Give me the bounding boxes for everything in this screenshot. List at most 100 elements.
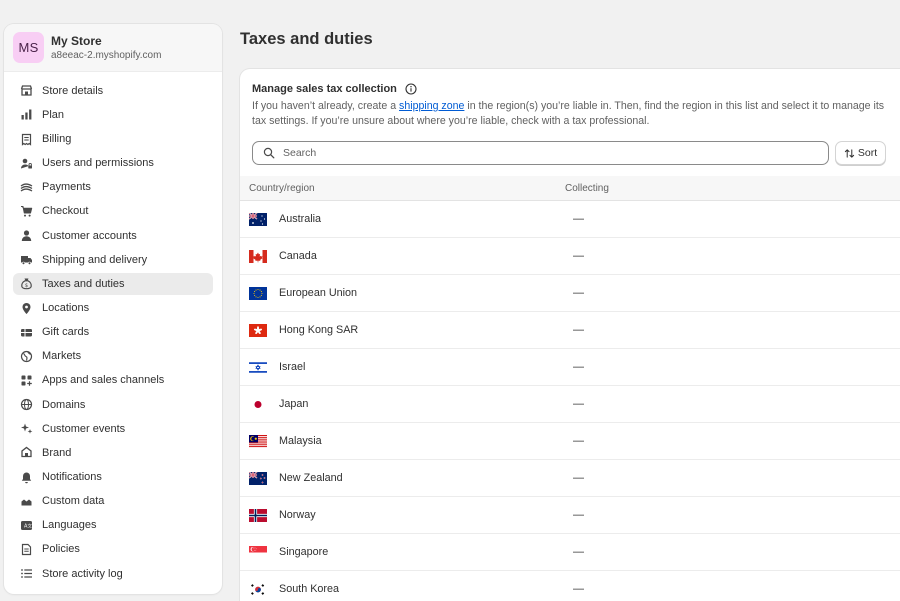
sidebar-item-label: Payments [42, 181, 91, 194]
sidebar-item-locations[interactable]: Locations [13, 297, 213, 319]
table-row[interactable]: Norway — [240, 497, 900, 534]
sidebar-item-gift-cards[interactable]: Gift cards [13, 321, 213, 343]
sort-label: Sort [857, 147, 878, 159]
payment-icon [19, 180, 33, 194]
settings-nav: Store details Plan Billing Users and permis… [4, 72, 222, 584]
search-input[interactable] [283, 147, 803, 159]
country-name: European Union [279, 287, 358, 299]
brand-icon [19, 446, 33, 460]
sort-button[interactable]: Sort [835, 141, 886, 165]
flag-au-icon [249, 212, 267, 226]
sidebar-item-apps-and-sales-channels[interactable]: Apps and sales channels [13, 370, 213, 392]
table-row[interactable]: Australia — [240, 201, 900, 238]
sidebar-item-users-and-permissions[interactable]: Users and permissions [13, 152, 213, 174]
table-row[interactable]: New Zealand — [240, 460, 900, 497]
desc-text-before: If you haven’t already, create a [252, 100, 400, 112]
flag-no-icon [249, 508, 267, 522]
language-icon: A文 [19, 518, 33, 532]
sidebar-item-domains[interactable]: Domains [13, 394, 213, 416]
sidebar-item-label: Brand [42, 446, 72, 459]
sidebar-item-label: Billing [42, 133, 72, 146]
store-meta: My Store a8eeac-2.myshopify.com [51, 34, 161, 62]
regions-table: Country/region Collecting Australia — Cana… [240, 176, 900, 601]
country-name: Japan [279, 398, 309, 410]
sidebar-item-label: Plan [42, 108, 65, 121]
sidebar-item-store-details[interactable]: Store details [13, 80, 213, 102]
collecting-status: — [573, 287, 584, 299]
table-row[interactable]: Hong Kong SAR — [240, 312, 900, 349]
globe-icon [19, 349, 33, 363]
sidebar-item-customer-accounts[interactable]: Customer accounts [13, 225, 213, 247]
flag-eu-icon [249, 286, 267, 300]
settings-sidebar: MS My Store a8eeac-2.myshopify.com Store… [4, 24, 222, 594]
country-name: South Korea [279, 583, 340, 595]
store-avatar: MS [13, 32, 44, 63]
collecting-status: — [573, 583, 584, 595]
country-name: Singapore [279, 546, 329, 558]
receipt-icon [19, 132, 33, 146]
table-row[interactable]: Japan — [240, 386, 900, 423]
column-collecting: Collecting [565, 182, 609, 194]
sidebar-item-payments[interactable]: Payments [13, 177, 213, 199]
country-name: Hong Kong SAR [279, 324, 359, 336]
location-icon [19, 301, 33, 315]
sidebar-item-policies[interactable]: Policies [13, 539, 213, 561]
sidebar-item-billing[interactable]: Billing [13, 128, 213, 150]
table-row[interactable]: Malaysia — [240, 423, 900, 460]
domain-globe-icon [19, 398, 33, 412]
sidebar-item-label: Gift cards [42, 326, 90, 339]
sidebar-item-languages[interactable]: A 文 Languages [13, 515, 213, 537]
table-row[interactable]: South Korea — [240, 571, 900, 601]
sidebar-item-label: Shipping and delivery [42, 253, 148, 266]
sparkle-icon [19, 422, 33, 436]
table-row[interactable]: Israel — [240, 349, 900, 386]
store-switcher[interactable]: MS My Store a8eeac-2.myshopify.com [4, 24, 222, 72]
sidebar-item-brand[interactable]: Brand [13, 442, 213, 464]
chart-icon [19, 108, 33, 122]
sidebar-item-plan[interactable]: Plan [13, 104, 213, 126]
table-row[interactable]: Canada — [240, 238, 900, 275]
flag-jp-icon [249, 397, 267, 411]
flag-ca-icon [249, 249, 267, 263]
sidebar-item-customer-events[interactable]: Customer events [13, 418, 213, 440]
collecting-status: — [573, 213, 584, 225]
info-icon[interactable] [405, 83, 417, 95]
country-name: New Zealand [279, 472, 343, 484]
flag-nz-icon [249, 471, 267, 485]
table-row[interactable]: European Union — [240, 275, 900, 312]
collecting-status: — [573, 509, 584, 521]
store-icon [19, 84, 33, 98]
svg-text:文: 文 [27, 522, 32, 529]
table-header: Country/region Collecting [240, 176, 900, 201]
sidebar-item-label: Apps and sales channels [42, 374, 165, 387]
person-icon [19, 229, 33, 243]
sidebar-item-notifications[interactable]: Notifications [13, 466, 213, 488]
store-name: My Store [51, 33, 102, 48]
gift-card-icon [19, 325, 33, 339]
flag-kr-icon [249, 582, 267, 596]
country-name: Australia [279, 213, 322, 225]
bell-icon [19, 470, 33, 484]
search-field[interactable] [252, 141, 829, 165]
sidebar-item-label: Taxes and duties [42, 277, 125, 290]
truck-icon [19, 253, 33, 267]
sidebar-item-markets[interactable]: Markets [13, 346, 213, 368]
sidebar-item-store-activity-log[interactable]: Store activity log [13, 563, 213, 585]
country-name: Israel [279, 361, 306, 373]
country-name: Malaysia [279, 435, 322, 447]
card-description: If you haven’t already, create a shippin… [252, 99, 892, 129]
sidebar-item-checkout[interactable]: Checkout [13, 201, 213, 223]
cart-icon [19, 204, 33, 218]
sidebar-item-label: Store details [42, 84, 104, 97]
table-row[interactable]: Singapore — [240, 534, 900, 571]
flag-hk-icon [249, 323, 267, 337]
card-title: Manage sales tax collection [252, 83, 397, 95]
shipping-zone-link[interactable]: shipping zone [399, 100, 464, 112]
flag-sg-icon [249, 545, 267, 559]
sidebar-item-shipping-and-delivery[interactable]: Shipping and delivery [13, 249, 213, 271]
sidebar-item-taxes-and-duties[interactable]: $ Taxes and duties [13, 273, 213, 295]
sidebar-item-label: Custom data [42, 495, 105, 508]
sidebar-item-custom-data[interactable]: Custom data [13, 490, 213, 512]
sidebar-item-label: Languages [42, 519, 97, 532]
money-bag-icon: $ [19, 277, 33, 291]
